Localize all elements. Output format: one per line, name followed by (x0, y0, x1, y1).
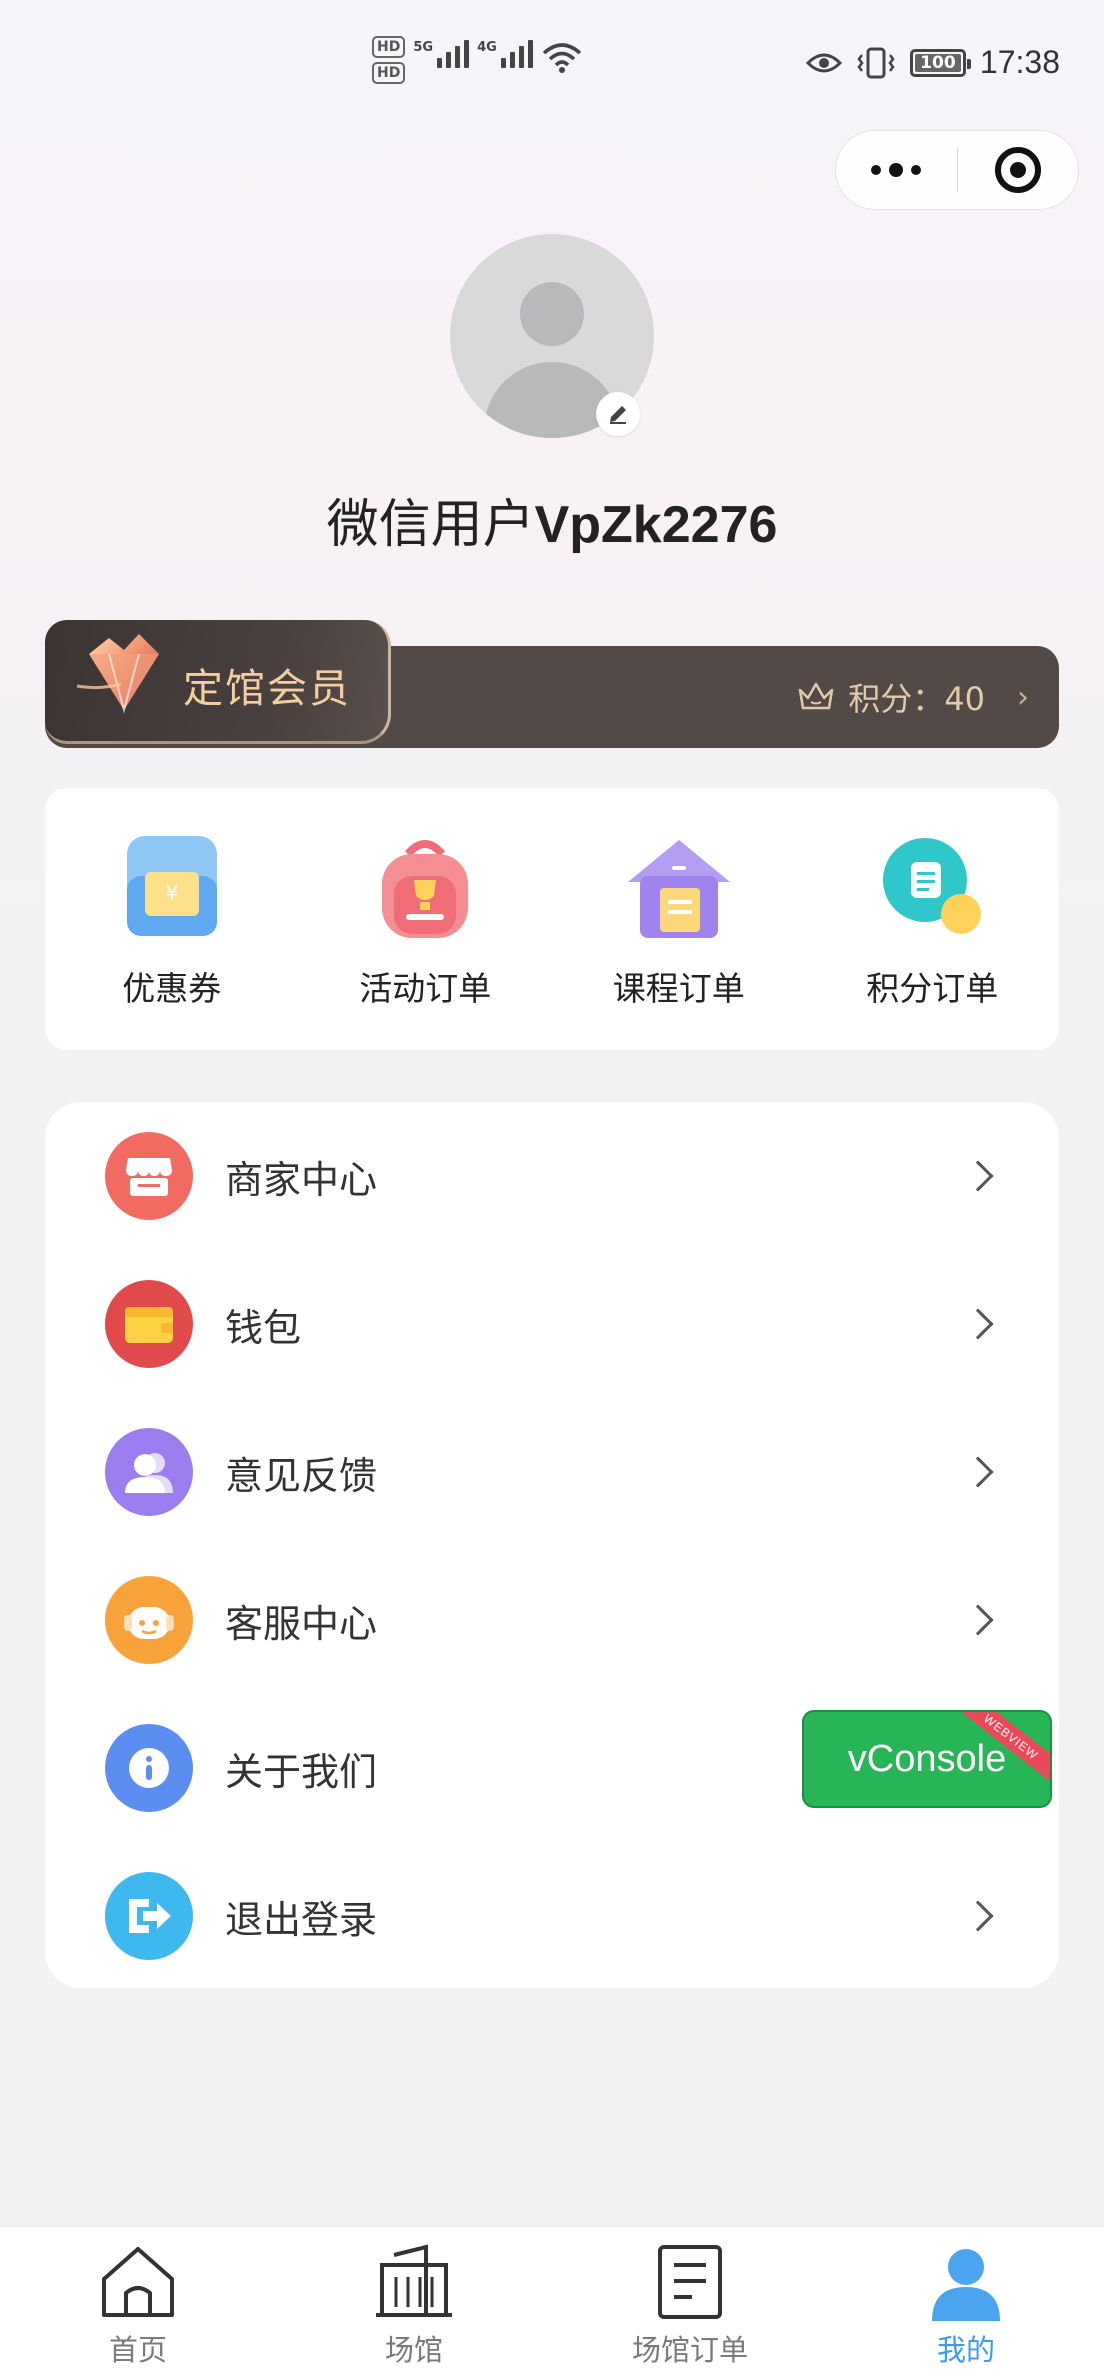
menu-card: 商家中心 钱包 意见反馈 客服中心 关于我们 退出登录 (45, 1102, 1059, 1988)
menu-item-merchant-center[interactable]: 商家中心 (45, 1102, 1059, 1250)
more-button[interactable] (836, 131, 957, 209)
battery-icon: 100 (909, 48, 971, 77)
eye-icon (805, 53, 842, 72)
wifi-icon (542, 43, 581, 73)
tab-bar: 首页 场馆 场馆订单 我的 (0, 2226, 1104, 2376)
hd-badge-1: HD (372, 36, 406, 58)
menu-item-customer-service[interactable]: 客服中心 (45, 1546, 1059, 1694)
diamond-crown-icon (76, 634, 159, 714)
vibrate-icon (857, 47, 895, 78)
points-doc-icon (883, 838, 982, 934)
house-book-icon (627, 840, 730, 938)
tab-home[interactable]: 首页 (0, 2227, 276, 2376)
store-icon (105, 1132, 193, 1220)
chevron-right-icon (962, 1456, 994, 1488)
pencil-icon (610, 406, 626, 424)
wallet-icon (105, 1280, 193, 1368)
headset-icon (105, 1576, 193, 1664)
menu-item-feedback[interactable]: 意见反馈 (45, 1398, 1059, 1546)
shortcut-points-orders[interactable]: 积分订单 (806, 788, 1060, 1050)
signal-4g-icon: 4G (477, 40, 533, 68)
chevron-right-icon: › (1017, 679, 1029, 715)
chevron-right-icon (962, 1308, 994, 1340)
tab-mine[interactable]: 我的 (828, 2227, 1104, 2376)
status-bar: HD HD 5G 4G 100 17:38 (0, 0, 1104, 130)
shortcut-course-orders[interactable]: 课程订单 (552, 788, 806, 1050)
more-dots-icon (871, 163, 922, 177)
coupon-icon: ¥ (126, 836, 217, 936)
user-feedback-icon (105, 1428, 193, 1516)
member-badge[interactable]: 定馆会员 (45, 620, 391, 744)
info-icon (105, 1724, 193, 1812)
vconsole-button[interactable]: vConsole WEBVIEW (802, 1710, 1052, 1808)
tab-venues[interactable]: 场馆 (276, 2227, 552, 2376)
miniprogram-capsule (835, 130, 1079, 210)
points-entry[interactable]: 积分：40 › (796, 646, 1029, 748)
shortcut-card: ¥ 优惠券 活动订单 课程订单 积分订单 (45, 788, 1059, 1050)
signal-5g-icon: 5G (413, 40, 470, 68)
close-miniprogram-button[interactable] (958, 131, 1079, 209)
home-icon (102, 2247, 174, 2317)
trophy-bag-icon (382, 840, 469, 938)
edit-avatar-button[interactable] (596, 392, 640, 436)
chevron-right-icon (962, 1160, 994, 1192)
tab-venue-orders[interactable]: 场馆订单 (552, 2227, 828, 2376)
building-icon (376, 2244, 452, 2317)
target-icon (994, 147, 1041, 193)
crown-icon (799, 682, 834, 710)
shortcut-coupon[interactable]: ¥ 优惠券 (45, 788, 299, 1050)
logout-icon (105, 1872, 193, 1960)
user-name: 微信用户VpZk2276 (326, 495, 778, 555)
shortcut-activity-orders[interactable]: 活动订单 (299, 788, 553, 1050)
menu-item-logout[interactable]: 退出登录 (45, 1842, 1059, 1990)
chevron-right-icon (962, 1900, 994, 1932)
status-time: 17:38 (979, 44, 1060, 80)
status-right: 100 17:38 (805, 44, 1060, 81)
status-left: HD HD 5G 4G (372, 36, 583, 84)
member-title: 定馆会员 (183, 666, 351, 712)
chevron-right-icon (962, 1604, 994, 1636)
points-value: 积分：40 (848, 680, 985, 718)
menu-item-wallet[interactable]: 钱包 (45, 1250, 1059, 1398)
svg-text:¥: ¥ (165, 881, 178, 905)
hd-badge-2: HD (372, 62, 406, 84)
profile-icon (932, 2249, 1000, 2321)
order-doc-icon (658, 2245, 722, 2319)
